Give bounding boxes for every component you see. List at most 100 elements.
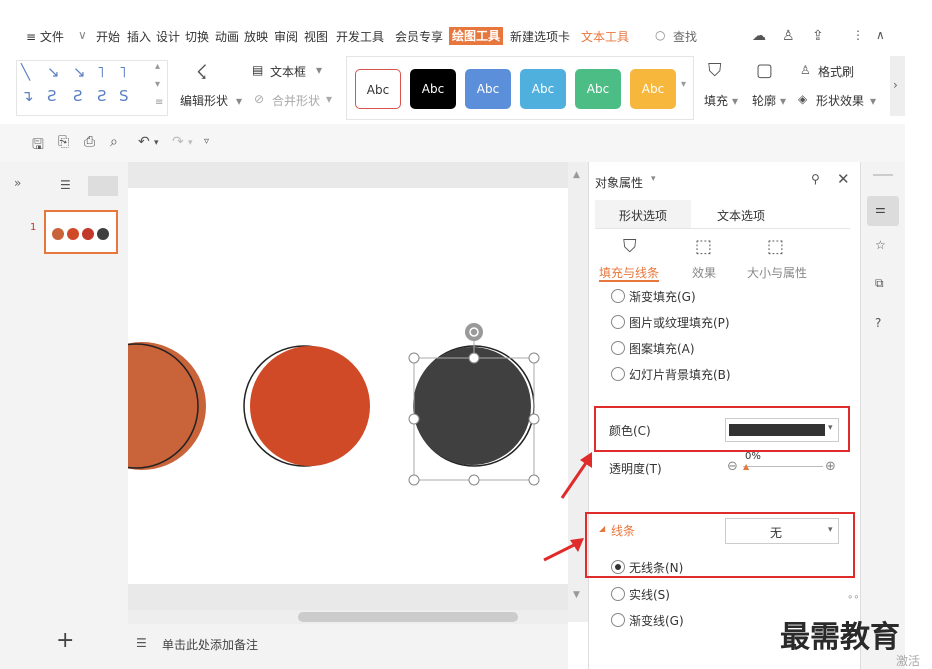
resize-handle-t[interactable]	[468, 352, 480, 364]
expand-icon[interactable]: ≡	[155, 97, 163, 108]
slide-bg-fill-label[interactable]: 幻灯片背景填充(B)	[629, 366, 731, 383]
curve-arrow-shape-icon[interactable]: Ƨ	[73, 87, 83, 105]
scroll-up-icon[interactable]: ▴	[155, 61, 160, 72]
copy-icon[interactable]: ⧉	[875, 276, 884, 291]
slide-thumbnail-1[interactable]	[44, 210, 118, 254]
fill-bucket-icon[interactable]: ⛉	[708, 60, 722, 81]
help-icon[interactable]: ?	[875, 316, 881, 330]
size-icon[interactable]: ⬚	[767, 236, 784, 257]
style-swatch-6[interactable]: Abc	[630, 69, 676, 109]
scroll-down-icon[interactable]: ▾	[155, 79, 160, 90]
style-swatch-1[interactable]: Abc	[355, 69, 401, 109]
chevron-down-icon[interactable]: ▾	[870, 94, 876, 108]
elbow-shape-icon[interactable]: ˥	[97, 63, 104, 81]
resize-handle-l[interactable]	[408, 413, 420, 425]
line-shape-icon[interactable]: ╲	[21, 63, 30, 81]
style-swatch-5[interactable]: Abc	[575, 69, 621, 109]
textbox-label[interactable]: 文本框	[270, 63, 306, 80]
redo-icon[interactable]: ↷	[172, 134, 184, 150]
chevron-down-icon[interactable]: ▾	[828, 525, 833, 535]
resize-handle-bl[interactable]	[408, 474, 420, 486]
picture-fill-label[interactable]: 图片或纹理填充(P)	[629, 314, 730, 331]
outline-view-icon[interactable]: ☰	[60, 178, 71, 192]
chevron-down-icon[interactable]: ▾	[651, 174, 656, 184]
menu-transition[interactable]: 切换	[185, 28, 209, 45]
resize-handle-tl[interactable]	[408, 352, 420, 364]
menu-animation[interactable]: 动画	[215, 28, 239, 45]
output-icon[interactable]: ⎘	[58, 134, 69, 150]
plus-icon[interactable]: ⊕	[825, 459, 836, 474]
expand-pane-icon[interactable]: »	[14, 176, 21, 190]
menu-developer[interactable]: 开发工具	[336, 28, 384, 45]
menu-member[interactable]: 会员专享	[395, 28, 443, 45]
line-type-select[interactable]: 无 ▾	[725, 518, 839, 544]
chevron-down-icon[interactable]: ▾	[154, 138, 159, 148]
search-label[interactable]: 查找	[673, 28, 697, 45]
scroll-thumb[interactable]	[298, 612, 518, 622]
arrow-shape-icon[interactable]: ↘	[47, 63, 60, 81]
panel-scroll-icon[interactable]: ∘∘	[847, 592, 860, 603]
outline-icon[interactable]: ▢	[756, 60, 773, 81]
cloud-icon[interactable]: ☁	[752, 28, 766, 44]
gallery-expand-icon[interactable]: ▾	[681, 79, 686, 90]
search-icon[interactable]: ○	[655, 28, 665, 42]
panel-title[interactable]: 对象属性	[595, 174, 643, 191]
style-swatch-2[interactable]: Abc	[410, 69, 456, 109]
slide-view-icon[interactable]	[88, 176, 118, 196]
menu-new-tab[interactable]: 新建选项卡	[510, 28, 570, 45]
edit-shape-icon[interactable]: ☇	[196, 60, 207, 84]
radio-slide-bg-fill[interactable]	[611, 367, 625, 381]
pin-icon[interactable]: ⚲	[811, 172, 820, 186]
add-slide-icon[interactable]: +	[56, 628, 74, 653]
resize-handle-br[interactable]	[528, 474, 540, 486]
more-icon[interactable]: ⋮	[852, 28, 864, 42]
menu-view[interactable]: 视图	[304, 28, 328, 45]
scroll-down-icon[interactable]: ▼	[573, 590, 580, 600]
customize-icon[interactable]: ▿	[204, 136, 209, 147]
double-arrow-shape-icon[interactable]: ↘	[73, 63, 86, 81]
rotate-handle-icon[interactable]	[465, 323, 483, 341]
outline-label[interactable]: 轮廓	[752, 92, 776, 109]
save-icon[interactable]: 🖫	[32, 134, 44, 158]
scroll-up-icon[interactable]: ▲	[573, 170, 580, 180]
horizontal-scrollbar[interactable]	[128, 610, 568, 624]
freeform-shape-icon[interactable]: S	[119, 87, 129, 105]
transparency-slider-track[interactable]	[743, 466, 823, 467]
elbow-arrow-shape-icon[interactable]: ˥	[119, 63, 126, 81]
merge-shape-icon[interactable]: ⊘	[254, 92, 264, 106]
animation-icon[interactable]: ☆	[875, 238, 886, 252]
user-icon[interactable]: ♙	[782, 28, 795, 44]
curve-double-arrow-icon[interactable]: Ƨ	[97, 87, 107, 105]
print-preview-icon[interactable]: ⌕	[110, 134, 118, 150]
resize-handle-b[interactable]	[468, 474, 480, 486]
no-line-label[interactable]: 无线条(N)	[629, 559, 683, 576]
notes-bar[interactable]: ☰ 单击此处添加备注	[128, 624, 568, 669]
menu-review[interactable]: 审阅	[274, 28, 298, 45]
curve-shape-icon[interactable]: Ƨ	[47, 87, 57, 105]
gradient-line-label[interactable]: 渐变线(G)	[629, 612, 684, 629]
notes-placeholder[interactable]: 单击此处添加备注	[162, 636, 258, 653]
fill-label[interactable]: 填充	[704, 92, 728, 109]
circle-orange[interactable]	[128, 342, 206, 470]
transparency-slider-thumb[interactable]: ▲	[743, 462, 749, 471]
subtab-fill-line[interactable]: 填充与线条	[599, 264, 659, 281]
menu-slideshow[interactable]: 放映	[244, 28, 268, 45]
ribbon-scroll-right[interactable]: ›	[890, 56, 905, 116]
style-swatch-4[interactable]: Abc	[520, 69, 566, 109]
menu-design[interactable]: 设计	[156, 28, 180, 45]
share-icon[interactable]: ⇪	[812, 28, 824, 44]
style-swatch-3[interactable]: Abc	[465, 69, 511, 109]
undo-icon[interactable]: ↶	[138, 134, 150, 150]
subtab-effect[interactable]: 效果	[692, 264, 716, 281]
chevron-down-icon[interactable]: ▾	[236, 94, 242, 108]
tab-shape-options[interactable]: 形状选项	[595, 200, 691, 228]
resize-handle-tr[interactable]	[528, 352, 540, 364]
shape-gallery[interactable]: ╲ ↘ ↘ ˥ ˥ ↴ Ƨ Ƨ Ƨ S ▴ ▾ ≡	[16, 60, 168, 116]
chevron-down-icon[interactable]: ▾	[188, 138, 193, 148]
line-section-title[interactable]: 线条	[611, 522, 635, 539]
menu-home[interactable]: 开始	[96, 28, 120, 45]
format-brush-icon[interactable]: ♙	[800, 63, 811, 77]
elbow-connector-icon[interactable]: ↴	[21, 87, 34, 105]
radio-solid-line[interactable]	[611, 587, 625, 601]
chevron-down-icon[interactable]: ▾	[316, 63, 322, 77]
